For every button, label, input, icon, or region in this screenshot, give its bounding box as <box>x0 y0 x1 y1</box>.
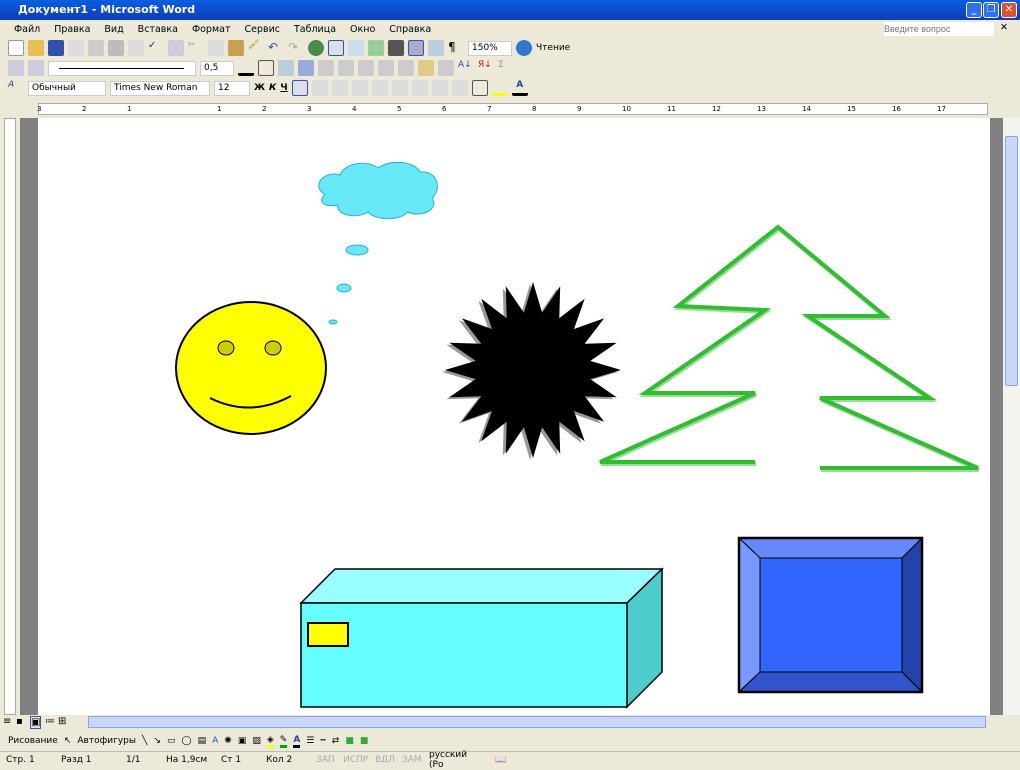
status-section: Разд 1 <box>61 754 92 765</box>
horizontal-scrollbar[interactable] <box>88 716 986 728</box>
select-objects-icon[interactable]: ↖ <box>64 736 72 746</box>
3d-icon[interactable]: ■ <box>360 736 369 746</box>
textbox-icon[interactable]: ▤ <box>198 736 207 746</box>
web-view-icon[interactable]: ▪ <box>16 716 23 727</box>
status-col: Кол 2 <box>266 754 293 765</box>
status-rec[interactable]: ЗАП <box>310 755 337 765</box>
status-ext[interactable]: ВДЛ <box>369 755 396 765</box>
font-color-icon-2[interactable]: A <box>293 735 301 748</box>
fill-color-icon[interactable]: ◈ <box>266 735 274 748</box>
arrow-icon[interactable]: ↘ <box>153 736 161 746</box>
drawing-menu[interactable]: Рисование <box>8 736 58 746</box>
status-ovr[interactable]: ЗАМ <box>396 755 423 765</box>
drawing-toolbar: Рисование ↖ Автофигуры ╲ ↘ ▭ ◯ ▤ A ✺ ▣ ▨… <box>0 731 1020 751</box>
cuboid-shape[interactable] <box>299 567 664 709</box>
status-line: Ст 1 <box>221 754 242 765</box>
oval-icon[interactable]: ◯ <box>182 736 192 746</box>
spelling-status-icon[interactable]: 📖 <box>489 755 506 765</box>
status-pages: 1/1 <box>126 754 141 765</box>
outline-view-icon[interactable]: ≔ <box>45 716 55 727</box>
scroll-thumb[interactable] <box>1005 136 1018 386</box>
status-page: Стр. 1 <box>6 754 35 765</box>
shadow-icon[interactable]: ■ <box>345 736 354 746</box>
status-trk[interactable]: ИСПР <box>337 755 369 765</box>
drawing-canvas <box>175 161 979 709</box>
thought-bubble-cloud[interactable] <box>318 161 438 325</box>
diagram-icon[interactable]: ✺ <box>224 736 232 746</box>
arrow-style-icon[interactable]: ⇄ <box>332 736 340 746</box>
horizontal-scrollbar-area: ≡ ▪ ▣ ≔ ⊞ <box>0 715 1020 730</box>
picture-icon[interactable]: ▨ <box>252 736 261 746</box>
clipart-icon[interactable]: ▣ <box>238 736 247 746</box>
star-shape[interactable] <box>445 282 621 458</box>
print-layout-icon[interactable]: ▣ <box>30 716 42 729</box>
reading-view-icon[interactable]: ⊞ <box>58 716 66 727</box>
dash-style-icon[interactable]: ┅ <box>320 736 325 746</box>
line-color-icon[interactable]: ✎ <box>279 735 288 748</box>
smiley-face[interactable] <box>175 301 327 435</box>
line-icon[interactable]: ╲ <box>142 736 147 746</box>
tree-shape[interactable] <box>599 224 979 470</box>
rectangle-icon[interactable]: ▭ <box>167 736 176 746</box>
bevel-rectangle[interactable] <box>737 536 924 694</box>
yellow-label-rect[interactable] <box>307 622 349 647</box>
line-style-icon[interactable]: ☰ <box>306 736 314 746</box>
wordart-icon[interactable]: A <box>212 736 218 746</box>
autoshapes-menu[interactable]: Автофигуры <box>77 736 136 746</box>
normal-view-icon[interactable]: ≡ <box>3 716 11 727</box>
status-at: На 1,9см <box>166 754 208 765</box>
status-bar: Стр. 1 Разд 1 1/1 На 1,9см Ст 1 Кол 2 ЗА… <box>0 750 1020 770</box>
vertical-scrollbar[interactable] <box>1003 118 1020 715</box>
